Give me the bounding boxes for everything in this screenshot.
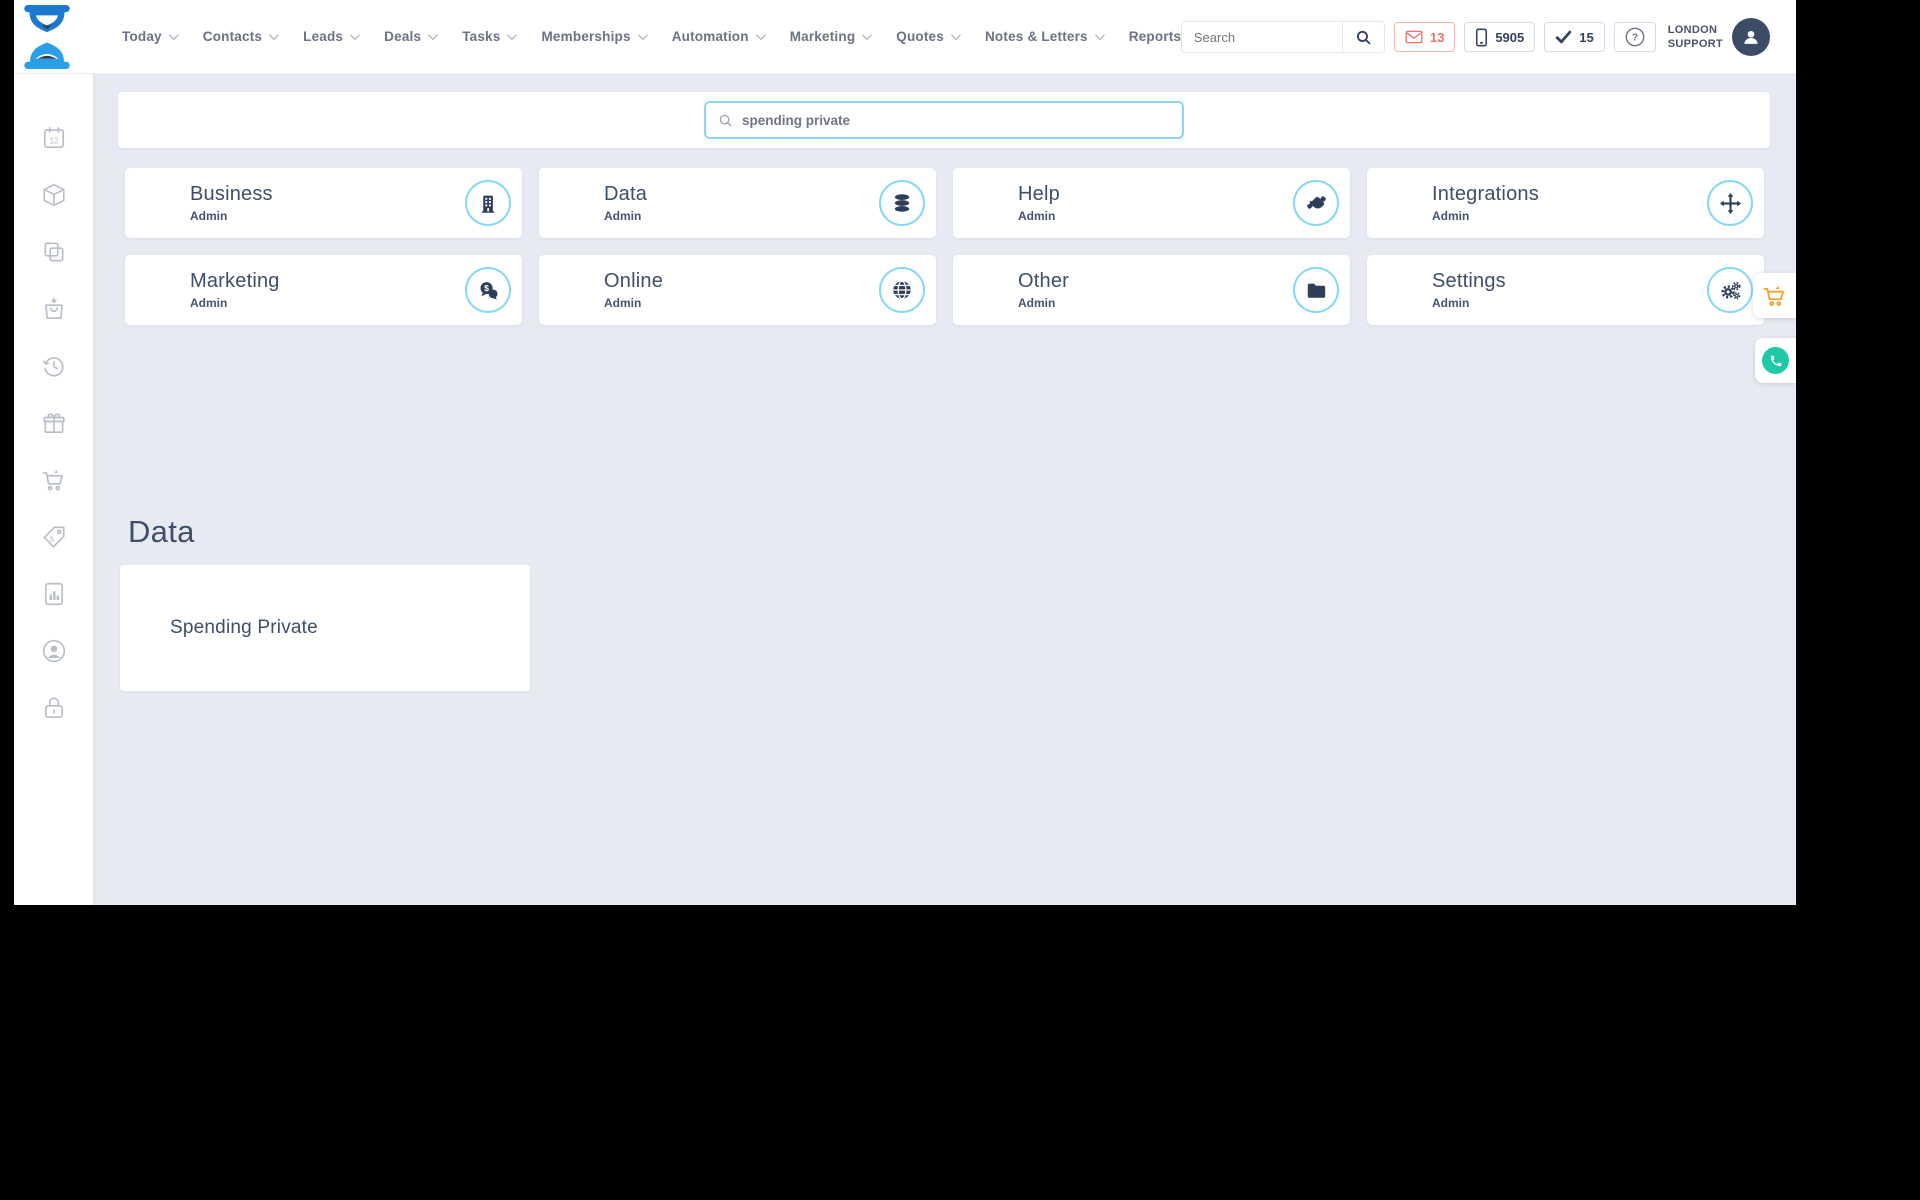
floating-cart-widget[interactable]	[1753, 273, 1796, 318]
header-search	[1180, 21, 1385, 53]
cart-icon[interactable]	[41, 467, 67, 493]
person-icon	[1744, 30, 1758, 44]
nav-contacts[interactable]: Contacts	[203, 29, 279, 44]
help-button[interactable]: ?	[1613, 22, 1656, 52]
phone-calls-button[interactable]: 5905	[1464, 22, 1536, 52]
admin-search-input[interactable]	[742, 112, 1170, 128]
card-icon-circle	[1707, 180, 1753, 226]
chevron-down-icon	[507, 30, 518, 41]
category-card-settings[interactable]: Settings Admin	[1367, 255, 1764, 325]
gears-icon	[1720, 281, 1740, 299]
app-logo-hourglass-icon[interactable]	[22, 4, 72, 69]
lock-icon[interactable]	[41, 695, 67, 721]
chevron-down-icon	[269, 30, 279, 41]
nav-notes-letters[interactable]: Notes & Letters	[985, 29, 1105, 44]
question-circle-icon: ?	[1625, 27, 1645, 47]
search-icon	[1356, 30, 1371, 45]
card-icon-circle	[1707, 267, 1753, 313]
globe-icon	[893, 280, 911, 300]
move-arrows-icon	[1719, 192, 1741, 214]
card-icon-circle	[1293, 267, 1339, 313]
result-item-label: Spending Private	[170, 617, 318, 638]
chevron-down-icon	[755, 30, 766, 41]
category-card-data[interactable]: Data Admin	[539, 168, 936, 238]
result-item-spending-private[interactable]: Spending Private	[120, 565, 530, 691]
main-nav: Today Contacts Leads Deals Tasks Members…	[122, 29, 1254, 44]
app-window: Today Contacts Leads Deals Tasks Members…	[14, 0, 1796, 905]
chevron-down-icon	[637, 30, 648, 41]
package-icon[interactable]	[41, 182, 67, 208]
card-icon-circle	[879, 267, 925, 313]
nav-tasks[interactable]: Tasks	[462, 29, 518, 44]
report-icon[interactable]	[41, 581, 67, 607]
handshake-icon	[1306, 195, 1326, 209]
chevron-down-icon	[862, 30, 873, 41]
category-card-online[interactable]: Online Admin	[539, 255, 936, 325]
mobile-phone-icon	[1476, 28, 1488, 46]
phone-icon	[1770, 355, 1781, 366]
chevron-down-icon	[428, 30, 439, 41]
price-tag-icon[interactable]: $	[41, 524, 67, 550]
chevron-down-icon	[350, 30, 361, 41]
check-icon	[1556, 30, 1572, 44]
category-card-other[interactable]: Other Admin	[953, 255, 1350, 325]
topbar-right-controls: 13 5905 15 ? LONDON SUPPORT	[1180, 0, 1770, 74]
task-count: 15	[1579, 29, 1594, 45]
history-icon[interactable]	[41, 353, 67, 379]
floating-call-widget[interactable]	[1755, 338, 1796, 383]
admin-search-field	[704, 101, 1184, 139]
nav-deals[interactable]: Deals	[384, 29, 439, 44]
svg-text:$: $	[484, 283, 489, 293]
mail-count: 13	[1429, 29, 1445, 45]
nav-today[interactable]: Today	[122, 29, 179, 44]
database-icon	[894, 194, 910, 212]
building-icon	[481, 195, 494, 213]
mail-notifications-button[interactable]: 13	[1393, 22, 1456, 52]
account-icon[interactable]	[41, 638, 67, 664]
header-search-input[interactable]	[1181, 29, 1342, 45]
tasks-done-button[interactable]: 15	[1544, 22, 1605, 52]
left-sidebar: 12 $	[14, 74, 93, 905]
phone-circle	[1762, 347, 1789, 374]
results-section-title: Data	[128, 514, 195, 549]
chevron-down-icon	[1094, 30, 1105, 41]
user-avatar[interactable]	[1732, 18, 1770, 56]
chevron-down-icon	[168, 30, 179, 41]
shopping-bag-icon[interactable]	[41, 296, 67, 322]
card-icon-circle	[879, 180, 925, 226]
search-icon	[719, 114, 732, 127]
cart-icon	[1763, 285, 1784, 306]
main-content: Business Admin Data Admin Help Admin	[93, 74, 1796, 905]
phone-count: 5905	[1495, 29, 1525, 45]
chevron-down-icon	[950, 30, 961, 41]
svg-text:?: ?	[1632, 33, 1638, 44]
calendar-icon[interactable]: 12	[41, 125, 67, 151]
nav-automation[interactable]: Automation	[672, 29, 766, 44]
admin-search-bar	[118, 92, 1770, 148]
envelope-icon	[1405, 30, 1423, 44]
category-card-business[interactable]: Business Admin	[125, 168, 522, 238]
account-name: LONDON SUPPORT	[1667, 23, 1723, 50]
category-card-integrations[interactable]: Integrations Admin	[1367, 168, 1764, 238]
search-results-section: Data Spending Private	[120, 514, 530, 691]
folder-icon	[1307, 283, 1326, 298]
nav-quotes[interactable]: Quotes	[896, 29, 961, 44]
top-bar: Today Contacts Leads Deals Tasks Members…	[14, 0, 1796, 74]
card-icon-circle	[1293, 180, 1339, 226]
nav-marketing[interactable]: Marketing	[790, 29, 873, 44]
gift-icon[interactable]	[41, 410, 67, 436]
card-icon-circle: $	[465, 267, 511, 313]
chat-dollar-icon: $	[480, 281, 498, 300]
nav-leads[interactable]: Leads	[303, 29, 361, 44]
copy-icon[interactable]	[41, 239, 67, 265]
category-grid: Business Admin Data Admin Help Admin Int…	[125, 168, 1764, 325]
svg-text:12: 12	[49, 136, 59, 145]
svg-text:$: $	[49, 534, 54, 543]
category-card-marketing[interactable]: Marketing Admin $	[125, 255, 522, 325]
card-icon-circle	[465, 180, 511, 226]
nav-memberships[interactable]: Memberships	[541, 29, 648, 44]
header-search-button[interactable]	[1341, 22, 1384, 52]
category-card-help[interactable]: Help Admin	[953, 168, 1350, 238]
